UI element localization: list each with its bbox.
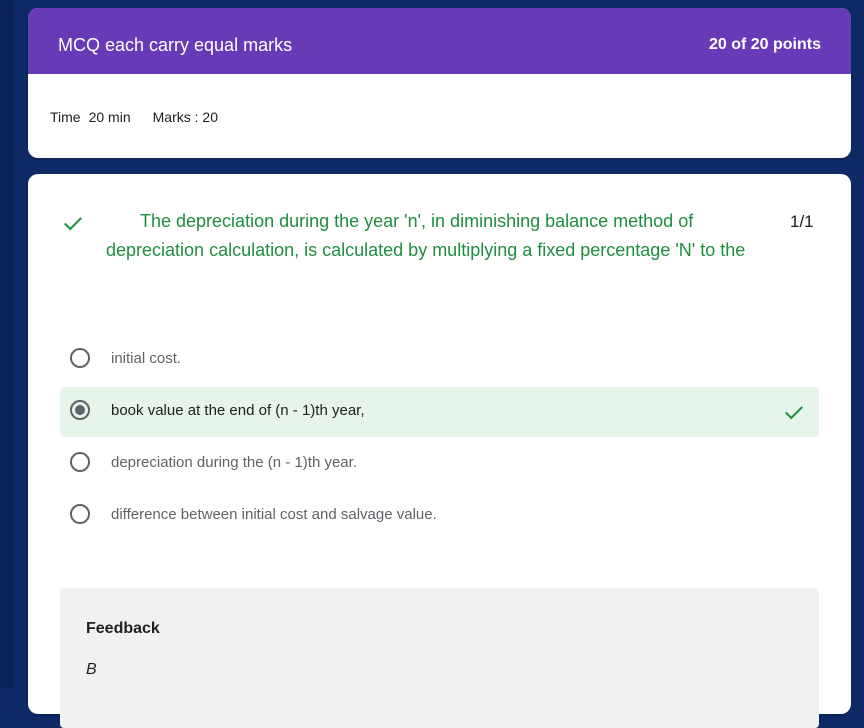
option-book-value[interactable]: book value at the end of (n - 1)th year, — [60, 387, 819, 437]
form-header-card: MCQ each carry equal marks 20 of 20 poin… — [28, 8, 851, 158]
question-score: 1/1 — [790, 212, 814, 231]
option-label: difference between initial cost and salv… — [111, 506, 437, 523]
check-icon — [64, 217, 82, 231]
form-description: Time 20 min Marks : 20 — [50, 109, 240, 125]
feedback-title: Feedback — [86, 620, 160, 637]
option-depreciation[interactable]: depreciation during the (n - 1)th year. — [60, 439, 819, 489]
total-score: 20 of 20 points — [708, 36, 821, 53]
feedback-text: B — [86, 661, 97, 678]
option-label: depreciation during the (n - 1)th year. — [111, 454, 357, 471]
radio-button[interactable] — [70, 504, 90, 524]
marks-text: Marks : 20 — [152, 109, 218, 125]
radio-button-selected[interactable] — [70, 400, 90, 420]
question-text: The depreciation during the year 'n', in… — [106, 211, 746, 260]
option-label: book value at the end of (n - 1)th year, — [111, 402, 365, 419]
option-initial-cost[interactable]: initial cost. — [60, 335, 819, 385]
radio-button[interactable] — [70, 452, 90, 472]
option-label: initial cost. — [111, 350, 182, 367]
check-icon — [785, 406, 803, 420]
time-label: Time — [50, 109, 81, 125]
time-value: 20 min — [88, 109, 131, 125]
question-card: The depreciation during the year 'n', in… — [28, 174, 851, 728]
radio-button[interactable] — [70, 348, 90, 368]
form-title: MCQ each carry equal marks — [58, 35, 293, 55]
feedback-box: Feedback B — [60, 588, 819, 728]
option-difference[interactable]: difference between initial cost and salv… — [60, 491, 819, 541]
page-background-edge — [0, 0, 14, 688]
header-bar: MCQ each carry equal marks 20 of 20 poin… — [28, 8, 851, 74]
